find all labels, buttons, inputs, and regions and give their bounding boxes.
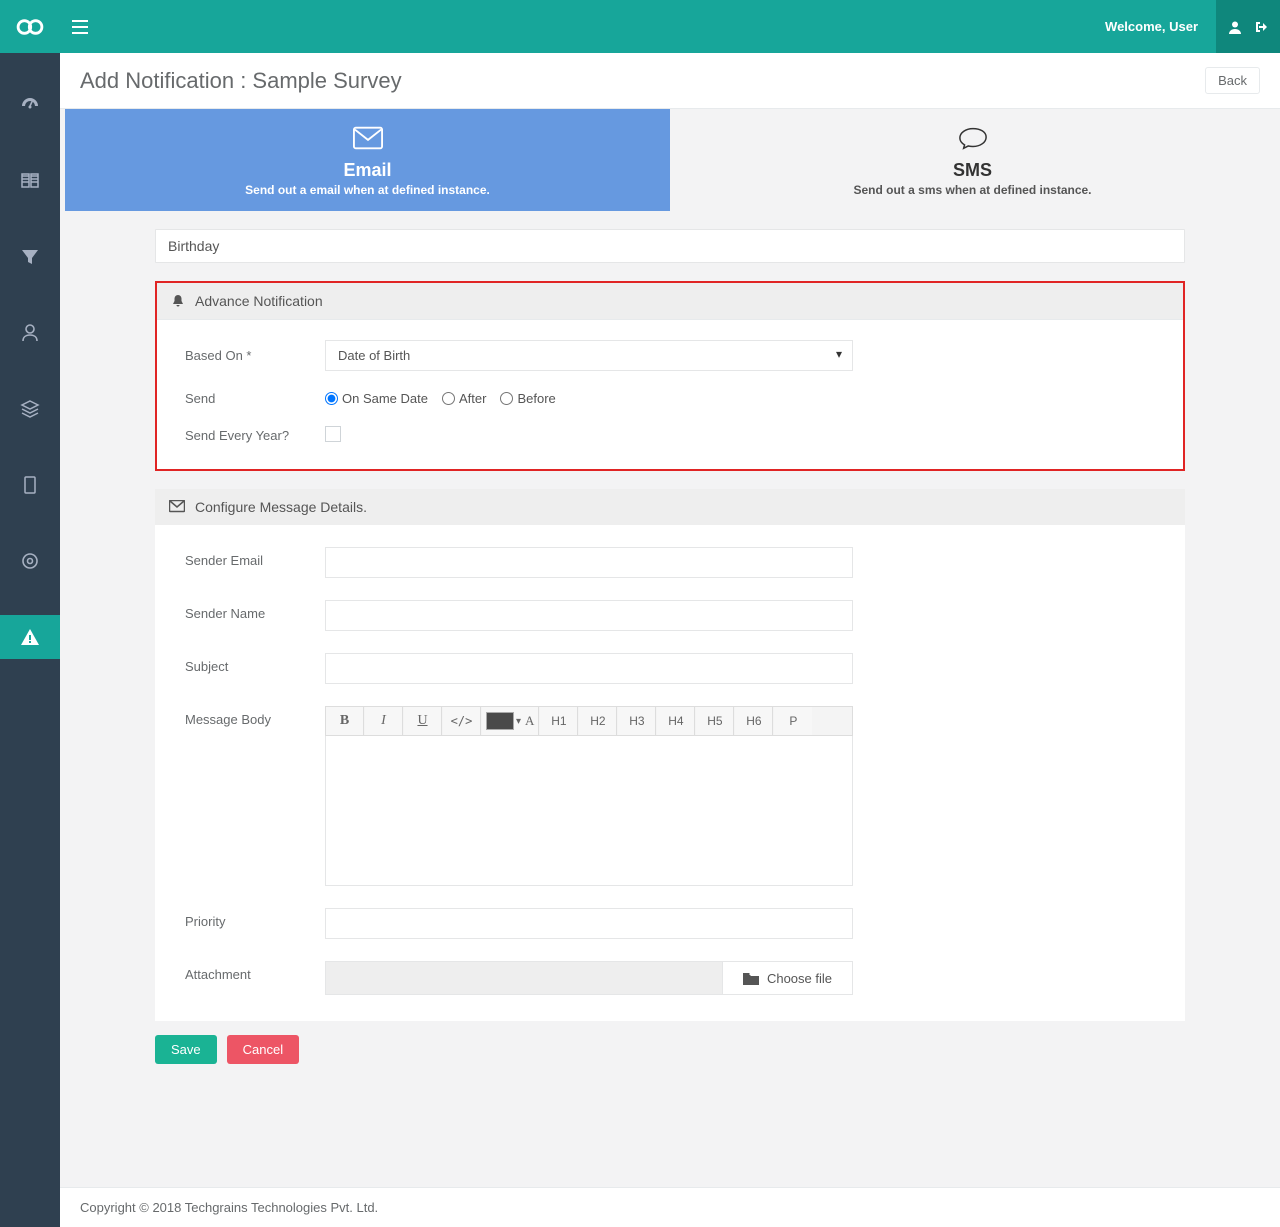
page-title: Add Notification : Sample Survey	[80, 68, 402, 94]
user-icon	[20, 323, 40, 343]
logout-button[interactable]	[1248, 20, 1274, 34]
hamburger-icon	[72, 20, 88, 34]
send-radio-group: On Same Date After Before	[325, 391, 1155, 406]
choose-file-button[interactable]: Choose file	[722, 961, 853, 995]
topbar: Welcome, User	[0, 0, 1280, 53]
tablet-icon	[20, 475, 40, 495]
content: Email Send out a email when at defined i…	[60, 109, 1280, 1090]
speech-icon	[958, 125, 988, 151]
sidebar-item-settings[interactable]	[0, 539, 60, 583]
toolbar-h4[interactable]: H4	[657, 707, 695, 735]
top-icon-group	[1216, 0, 1280, 53]
toolbar-h6[interactable]: H6	[735, 707, 773, 735]
subject-input[interactable]	[325, 653, 853, 684]
form-area: Advance Notification Based On * Date of …	[65, 229, 1275, 1021]
configure-panel-title: Configure Message Details.	[195, 499, 367, 515]
based-on-select[interactable]: Date of Birth	[325, 340, 853, 371]
radio-after[interactable]: After	[442, 391, 486, 406]
page-header: Add Notification : Sample Survey Back	[60, 53, 1280, 109]
envelope-icon	[169, 500, 185, 514]
sender-name-label: Sender Name	[185, 600, 325, 621]
sender-email-label: Sender Email	[185, 547, 325, 568]
sidebar-item-users[interactable]	[0, 311, 60, 355]
welcome-text: Welcome, User	[1087, 19, 1216, 34]
editor-toolbar: B I U </> ▾A H1 H2 H3 H4	[325, 706, 853, 736]
based-on-label: Based On *	[185, 348, 325, 363]
folder-icon	[743, 971, 759, 985]
notification-name-input[interactable]	[155, 229, 1185, 263]
tab-email[interactable]: Email Send out a email when at defined i…	[65, 109, 670, 211]
sidebar-item-layers[interactable]	[0, 387, 60, 431]
bell-icon	[171, 294, 185, 308]
sidebar-toggle[interactable]	[60, 20, 100, 34]
back-button[interactable]: Back	[1205, 67, 1260, 94]
cancel-button[interactable]: Cancel	[227, 1035, 299, 1064]
sidebar	[0, 53, 60, 1227]
sidebar-item-dashboard[interactable]	[0, 83, 60, 127]
save-button[interactable]: Save	[155, 1035, 217, 1064]
sidebar-item-device[interactable]	[0, 463, 60, 507]
sender-email-input[interactable]	[325, 547, 853, 578]
toolbar-h2[interactable]: H2	[579, 707, 617, 735]
tab-email-title: Email	[75, 160, 660, 181]
toolbar-italic[interactable]: I	[365, 707, 403, 735]
editor-textarea[interactable]	[325, 736, 853, 886]
advance-panel-title: Advance Notification	[195, 293, 323, 309]
toolbar-p[interactable]: P	[774, 707, 812, 735]
sidebar-item-filter[interactable]	[0, 235, 60, 279]
send-label: Send	[185, 391, 325, 406]
logo	[0, 0, 60, 53]
send-every-year-label: Send Every Year?	[185, 428, 325, 443]
configure-panel-header: Configure Message Details.	[155, 489, 1185, 525]
layers-icon	[20, 399, 40, 419]
toolbar-bold[interactable]: B	[326, 707, 364, 735]
advance-notification-panel: Advance Notification Based On * Date of …	[155, 281, 1185, 471]
priority-label: Priority	[185, 908, 325, 929]
book-icon	[20, 171, 40, 191]
toolbar-underline[interactable]: U	[404, 707, 442, 735]
radio-same-date[interactable]: On Same Date	[325, 391, 428, 406]
filter-icon	[20, 247, 40, 267]
advance-panel-header: Advance Notification	[157, 283, 1183, 320]
toolbar-code[interactable]: </>	[443, 707, 481, 735]
attachment-label: Attachment	[185, 961, 325, 982]
sidebar-item-notifications[interactable]	[0, 615, 60, 659]
user-menu[interactable]	[1222, 20, 1248, 34]
dashboard-icon	[20, 95, 40, 115]
message-body-label: Message Body	[185, 706, 325, 727]
logo-icon	[16, 13, 44, 41]
subject-label: Subject	[185, 653, 325, 674]
priority-input[interactable]	[325, 908, 853, 939]
radio-before[interactable]: Before	[500, 391, 555, 406]
form-actions: Save Cancel	[65, 1021, 1275, 1070]
toolbar-h3[interactable]: H3	[618, 707, 656, 735]
warning-icon	[20, 627, 40, 647]
toolbar-h1[interactable]: H1	[540, 707, 578, 735]
send-every-year-checkbox[interactable]	[325, 426, 341, 442]
main: Add Notification : Sample Survey Back Em…	[60, 53, 1280, 1227]
configure-message-panel: Configure Message Details. Sender Email …	[155, 489, 1185, 1021]
logout-icon	[1254, 20, 1268, 34]
sender-name-input[interactable]	[325, 600, 853, 631]
attachment-input: Choose file	[325, 961, 853, 995]
sidebar-item-surveys[interactable]	[0, 159, 60, 203]
tab-sms[interactable]: SMS Send out a sms when at defined insta…	[670, 109, 1275, 211]
attachment-path	[325, 961, 722, 995]
topbar-right: Welcome, User	[1087, 0, 1280, 53]
user-icon	[1228, 20, 1242, 34]
notification-type-tabs: Email Send out a email when at defined i…	[65, 109, 1275, 211]
footer-text: Copyright © 2018 Techgrains Technologies…	[80, 1200, 378, 1215]
tab-email-subtitle: Send out a email when at defined instanc…	[75, 183, 660, 197]
toolbar-h5[interactable]: H5	[696, 707, 734, 735]
tab-sms-subtitle: Send out a sms when at defined instance.	[680, 183, 1265, 197]
toolbar-color[interactable]: ▾A	[482, 707, 539, 735]
message-body-editor: B I U </> ▾A H1 H2 H3 H4	[325, 706, 853, 886]
footer: Copyright © 2018 Techgrains Technologies…	[60, 1187, 1280, 1227]
tab-sms-title: SMS	[680, 160, 1265, 181]
envelope-icon	[353, 125, 383, 151]
color-swatch	[486, 712, 514, 730]
gear-icon	[20, 551, 40, 571]
